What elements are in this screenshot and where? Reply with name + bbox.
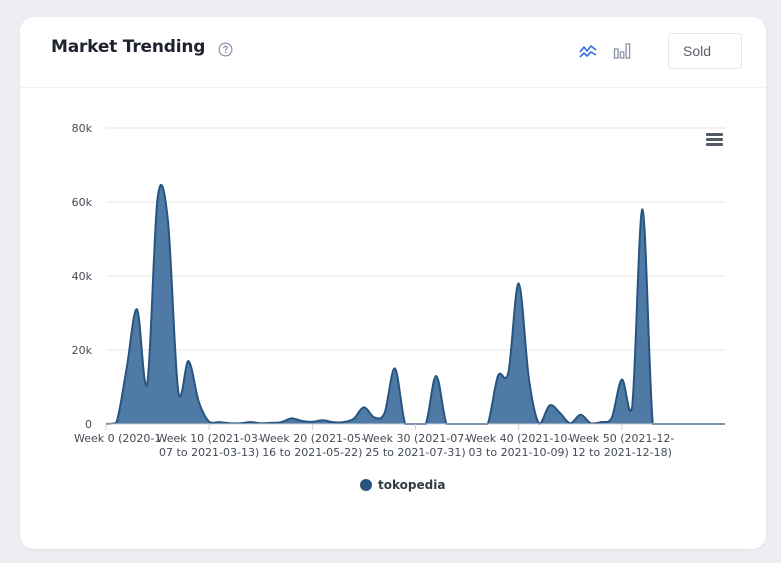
hamburger-menu-bar [706,143,723,146]
hamburger-menu-bar [706,133,723,136]
y-tick-label: 20k [72,344,93,357]
legend-marker [360,479,372,491]
market-trending-chart: 0 20k 40k 60k 80k Week 0 (2020-1Week 10 (2021… [72,122,725,492]
x-tick-label: Week 0 (2020-1 [74,432,161,445]
series-area-tokopedia [106,184,725,424]
x-tick-label: Week 40 (2021-10- [466,432,571,445]
hamburger-menu-icon[interactable] [706,133,723,146]
x-tick-label: 03 to 2021-10-09) [469,446,569,459]
market-trending-card: Market Trending Sold 0 20k 40k 60k 80k Week 0… [20,17,766,549]
y-tick-label: 0 [85,418,92,431]
x-tick-label: 25 to 2021-07-31) [365,446,465,459]
y-tick-label: 40k [72,270,93,283]
y-tick-label: 80k [72,122,93,135]
legend-item-tokopedia[interactable]: tokopedia [360,478,445,492]
x-tick-label: 16 to 2021-05-22) [262,446,362,459]
x-tick-label: Week 30 (2021-07- [363,432,468,445]
legend-label: tokopedia [378,478,445,492]
y-tick-label: 60k [72,196,93,209]
x-tick-label: 07 to 2021-03-13) [159,446,259,459]
hamburger-menu-bar [706,138,723,141]
x-tick-label: Week 20 (2021-05- [260,432,365,445]
x-tick-label: 12 to 2021-12-18) [572,446,672,459]
series-line-tokopedia [105,183,725,426]
x-tick-label: Week 10 (2021-03- [156,432,261,445]
legend[interactable]: tokopedia [360,478,445,492]
x-tick-label: Week 50 (2021-12- [569,432,674,445]
